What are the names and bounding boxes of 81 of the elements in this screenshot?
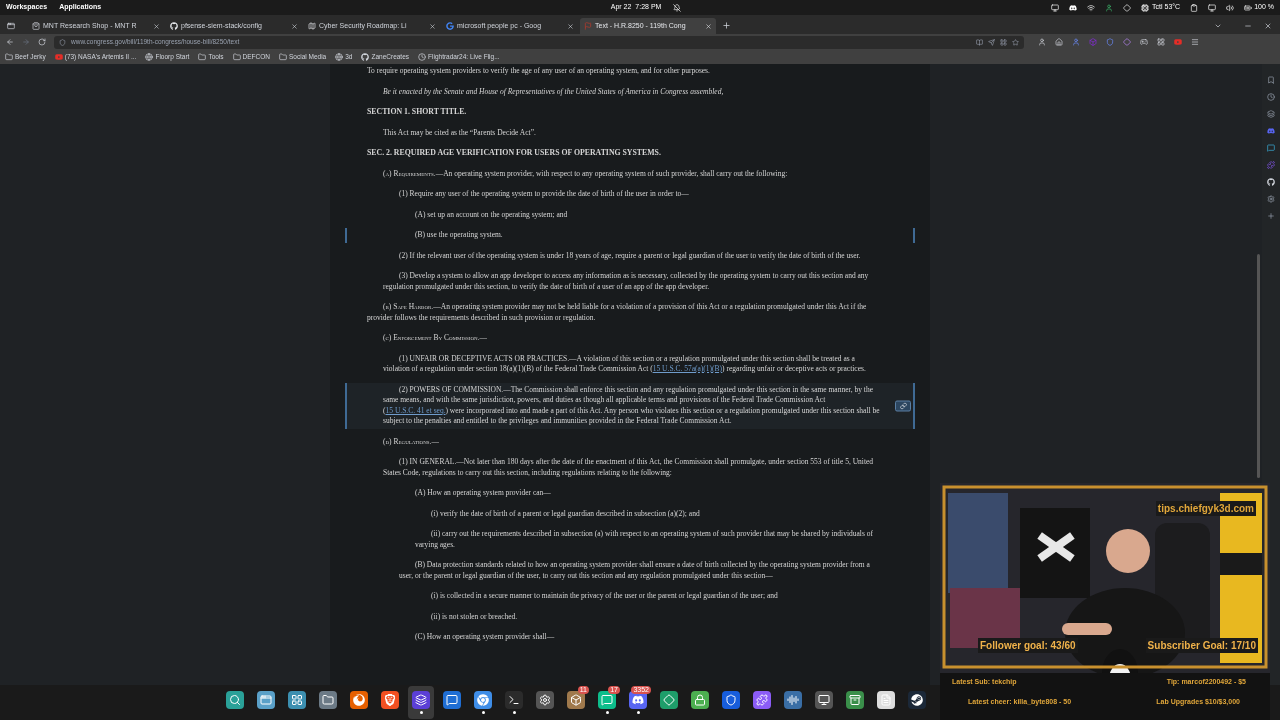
send-icon[interactable] (988, 38, 995, 46)
reload-icon[interactable] (38, 38, 46, 46)
settings-icon[interactable] (1267, 195, 1275, 203)
folder-icon (322, 694, 334, 706)
fox-browser-icon (353, 694, 365, 706)
minimize-icon[interactable] (1244, 22, 1252, 30)
github-icon (361, 53, 370, 61)
diamond-icon[interactable] (1123, 3, 1132, 12)
magnifier-icon (229, 694, 241, 706)
text-editor-icon (880, 694, 892, 706)
close-icon[interactable] (291, 22, 298, 30)
message-icon[interactable] (1267, 144, 1275, 152)
close-window-icon[interactable] (1264, 22, 1272, 30)
shield-icon (725, 694, 737, 706)
padlock-icon (694, 694, 706, 706)
back-icon[interactable] (6, 38, 14, 46)
close-icon[interactable] (705, 22, 712, 30)
window-icon (7, 22, 15, 30)
settings-icon (539, 694, 551, 706)
battery-icon (1244, 3, 1253, 12)
shield-icon (59, 38, 66, 46)
close-icon[interactable] (429, 22, 436, 30)
map-icon (308, 22, 316, 30)
bell-off-icon (673, 3, 682, 12)
flag-icon (584, 22, 592, 30)
terminal-icon (508, 694, 520, 706)
volume-icon[interactable] (1226, 3, 1235, 12)
video-icon (54, 53, 63, 61)
folder-icon (279, 53, 287, 61)
reader-icon[interactable] (976, 38, 983, 46)
follower-goal: Follower goal: 43/60 (978, 638, 1078, 653)
game-chat-icon (632, 694, 644, 706)
package-icon (570, 694, 582, 706)
subscriber-goal: Subscriber Goal: 17/10 (1145, 638, 1258, 653)
bookmark-star-icon[interactable] (1012, 38, 1019, 46)
user-icon[interactable] (1105, 3, 1114, 12)
lion-browser-icon (384, 694, 396, 706)
scrollbar-thumb[interactable] (1257, 254, 1260, 478)
github-icon[interactable] (1267, 178, 1275, 186)
vm-icon (818, 694, 830, 706)
game-chat-icon[interactable] (1069, 3, 1078, 12)
account-icon[interactable] (1038, 38, 1046, 46)
home-icon[interactable] (1055, 38, 1063, 46)
close-icon[interactable] (567, 22, 574, 30)
wifi-icon[interactable] (1087, 3, 1096, 12)
grid-icon[interactable] (1000, 38, 1007, 46)
github-icon (170, 22, 178, 30)
puzzle-icon (756, 694, 768, 706)
close-icon[interactable] (153, 22, 160, 30)
clock-icon (418, 53, 427, 61)
chevron-down-icon[interactable] (1214, 22, 1222, 30)
avatar-icon[interactable] (1072, 38, 1080, 46)
gamepad-icon[interactable] (1140, 38, 1148, 46)
google-icon (446, 22, 454, 30)
add-panel-icon[interactable] (1267, 212, 1275, 220)
new-tab-icon[interactable] (722, 21, 731, 30)
clipboard-icon[interactable] (1190, 3, 1199, 12)
monitor-icon[interactable] (1051, 3, 1060, 12)
apps-icon[interactable] (1157, 38, 1165, 46)
circle-browser-icon (477, 694, 489, 706)
chat-icon (601, 694, 613, 706)
menu-icon[interactable] (1191, 38, 1199, 46)
bookmark-icon[interactable] (1267, 76, 1275, 84)
steam-icon (911, 694, 923, 706)
tips-url: tips.chiefgyk3d.com (1155, 501, 1256, 516)
globe-icon (335, 53, 344, 61)
audio-icon (787, 694, 799, 706)
link-icon (899, 402, 907, 409)
folder-icon (198, 53, 207, 61)
layers-icon[interactable] (1267, 110, 1275, 118)
screen-icon[interactable] (1208, 3, 1217, 12)
history-icon[interactable] (1267, 93, 1275, 101)
folder-icon (5, 53, 13, 61)
archive-icon (849, 694, 861, 706)
folder-icon (232, 53, 241, 61)
app-grid-icon (291, 694, 303, 706)
cpu-icon (1141, 3, 1150, 12)
window-icon (260, 694, 272, 706)
globe-icon (145, 53, 154, 61)
copy-link-button[interactable] (895, 400, 911, 411)
taskbar-app[interactable] (408, 686, 434, 719)
